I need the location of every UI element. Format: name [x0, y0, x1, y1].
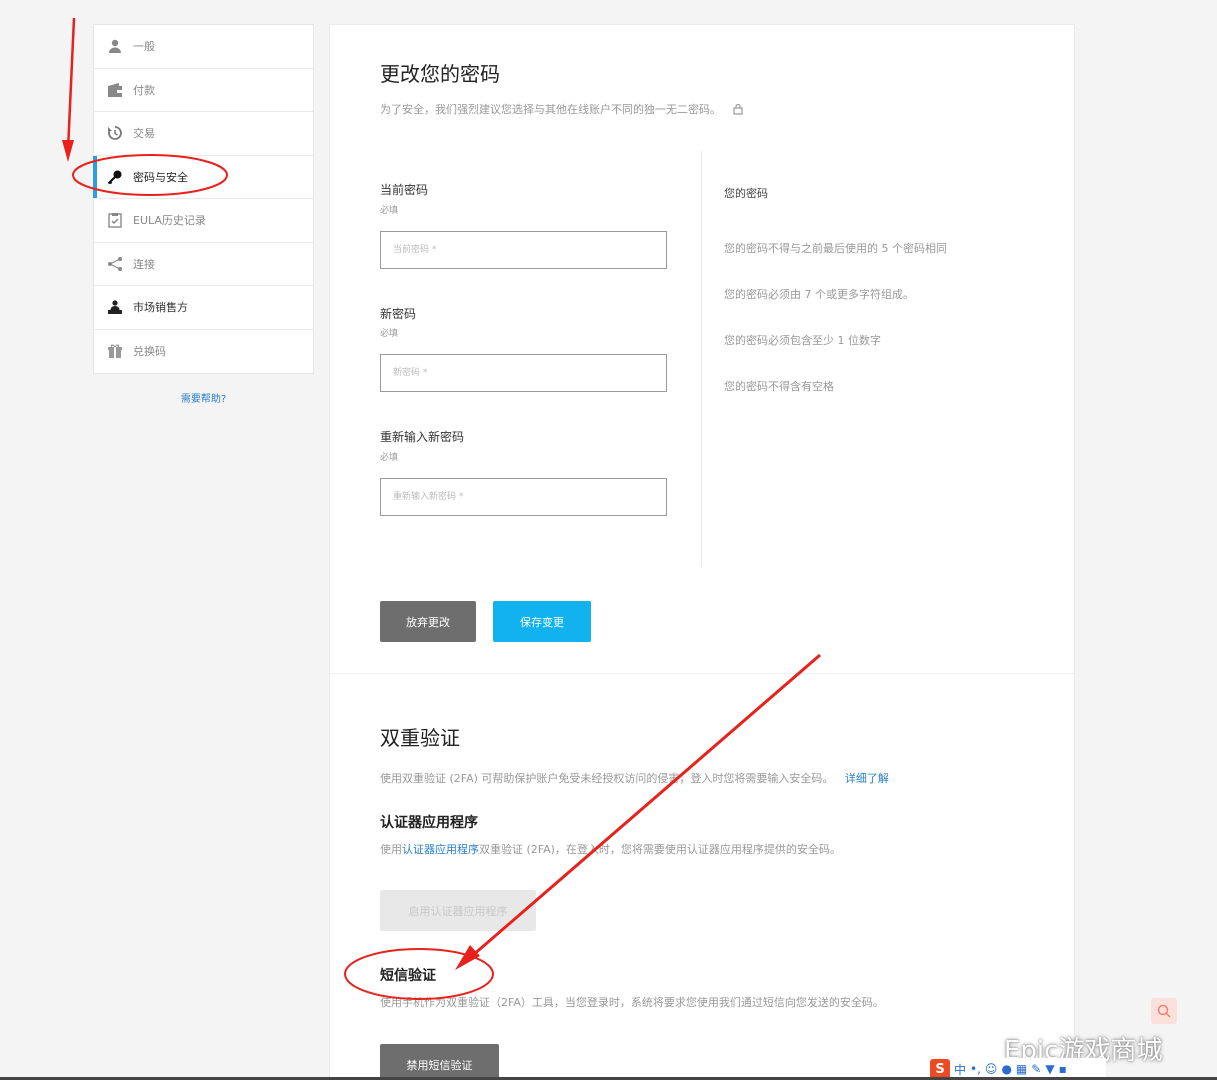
settings-sidebar: 一般 付款 交易 密码与安全 EULA历史记录 连接 市场销售方 兑换码: [93, 24, 314, 374]
sidebar-item-label: 付款: [133, 83, 155, 97]
authenticator-app-link[interactable]: 认证器应用程序: [402, 843, 479, 856]
sidebar-item-label: 兑换码: [133, 345, 166, 359]
float-search-button[interactable]: [1151, 998, 1177, 1024]
password-subtitle-text: 为了安全，我们强烈建议您选择与其他在线账户不同的独一无二密码。: [380, 103, 721, 116]
password-rule: 您的密码必须由 7 个或更多字符组成。: [724, 288, 914, 301]
sidebar-item-label: 交易: [133, 127, 155, 141]
auth-desc-suffix: 双重验证 (2FA)，在登入时，您将需要使用认证器应用程序提供的安全码。: [479, 843, 841, 856]
password-rule: 您的密码必须包含至少 1 位数字: [724, 334, 881, 347]
authenticator-app-description: 使用认证器应用程序双重验证 (2FA)，在登入时，您将需要使用认证器应用程序提供…: [380, 841, 841, 857]
password-rules-title: 您的密码: [724, 187, 768, 200]
new-password-required: 必填: [380, 329, 399, 339]
sidebar-item-label: EULA历史记录: [133, 214, 206, 228]
sidebar-item-transactions[interactable]: 交易: [94, 112, 313, 156]
current-password-label: 当前密码: [380, 183, 429, 197]
current-password-required: 必填: [380, 206, 399, 216]
sidebar-item-label: 密码与安全: [133, 170, 188, 184]
sidebar-item-label: 市场销售方: [133, 301, 188, 315]
enable-authenticator-button[interactable]: 启用认证器应用程序: [380, 890, 536, 931]
sidebar-item-general[interactable]: 一般: [94, 25, 313, 69]
sms-verification-description: 使用手机作为双重验证（2FA）工具，当您登录时，系统将要求您使用我们通过短信向您…: [380, 996, 884, 1009]
learn-more-link[interactable]: 详细了解: [845, 772, 889, 785]
twofa-title: 双重验证: [380, 726, 460, 750]
share-icon: [106, 255, 124, 273]
key-icon: [106, 168, 124, 186]
menu-icon[interactable]: ▪: [1059, 1062, 1067, 1076]
gift-icon: [106, 342, 124, 360]
search-icon: [1157, 1004, 1171, 1018]
disable-sms-button[interactable]: 禁用短信验证: [380, 1044, 499, 1080]
clipboard-check-icon: [106, 211, 124, 229]
discard-changes-button[interactable]: 放弃更改: [380, 601, 476, 642]
sidebar-item-label: 一般: [133, 40, 155, 54]
skin-icon[interactable]: ▼: [1045, 1062, 1054, 1076]
confirm-password-required: 必填: [380, 453, 399, 463]
person-icon: [106, 37, 124, 55]
microphone-icon[interactable]: ●: [1001, 1062, 1011, 1076]
auth-desc-prefix: 使用: [380, 843, 402, 856]
sidebar-item-redeem-code[interactable]: 兑换码: [94, 330, 313, 374]
emoji-icon[interactable]: ☺: [985, 1062, 998, 1076]
tools-icon[interactable]: ✎: [1031, 1062, 1041, 1076]
confirm-password-label: 重新输入新密码: [380, 430, 465, 444]
current-password-input[interactable]: [380, 231, 667, 269]
new-password-label: 新密码: [380, 307, 417, 321]
lock-icon: [732, 103, 743, 118]
sidebar-item-password-security[interactable]: 密码与安全: [93, 155, 313, 199]
sidebar-item-label: 连接: [133, 257, 155, 271]
password-rule: 您的密码不得与之前最后使用的 5 个密码相同: [724, 242, 947, 255]
need-help-link[interactable]: 需要帮助?: [93, 390, 314, 405]
password-subtitle: 为了安全，我们强烈建议您选择与其他在线账户不同的独一无二密码。: [380, 101, 743, 118]
ime-mode[interactable]: 中: [954, 1061, 966, 1078]
authenticator-app-title: 认证器应用程序: [380, 815, 478, 831]
sidebar-item-payment[interactable]: 付款: [94, 69, 313, 112]
divider: [701, 151, 702, 567]
punctuation-icon[interactable]: •,: [970, 1062, 981, 1076]
new-password-input[interactable]: [380, 354, 667, 392]
wallet-icon: [106, 81, 124, 99]
seller-icon: [106, 298, 124, 316]
sidebar-item-eula-history[interactable]: EULA历史记录: [94, 199, 313, 243]
section-divider: [330, 673, 1074, 674]
keyboard-icon[interactable]: ▦: [1016, 1062, 1027, 1076]
history-icon: [106, 124, 124, 142]
confirm-password-input[interactable]: [380, 478, 667, 516]
twofa-description: 使用双重验证 (2FA) 可帮助保护账户免受未经授权访问的侵害，登入时您将需要输…: [380, 770, 889, 786]
sms-verification-title: 短信验证: [380, 968, 436, 984]
page-title: 更改您的密码: [380, 62, 500, 86]
password-rule: 您的密码不得含有空格: [724, 380, 834, 393]
sogou-logo-icon[interactable]: S: [930, 1059, 950, 1079]
annotation-arrow-sidebar: [62, 17, 76, 162]
twofa-description-text: 使用双重验证 (2FA) 可帮助保护账户免受未经授权访问的侵害，登入时您将需要输…: [380, 772, 834, 785]
main-panel: 更改您的密码 为了安全，我们强烈建议您选择与其他在线账户不同的独一无二密码。 当…: [329, 24, 1075, 1080]
save-changes-button[interactable]: 保存变更: [493, 601, 591, 642]
sidebar-item-connections[interactable]: 连接: [94, 243, 313, 286]
sidebar-item-marketplace-seller[interactable]: 市场销售方: [94, 286, 313, 330]
